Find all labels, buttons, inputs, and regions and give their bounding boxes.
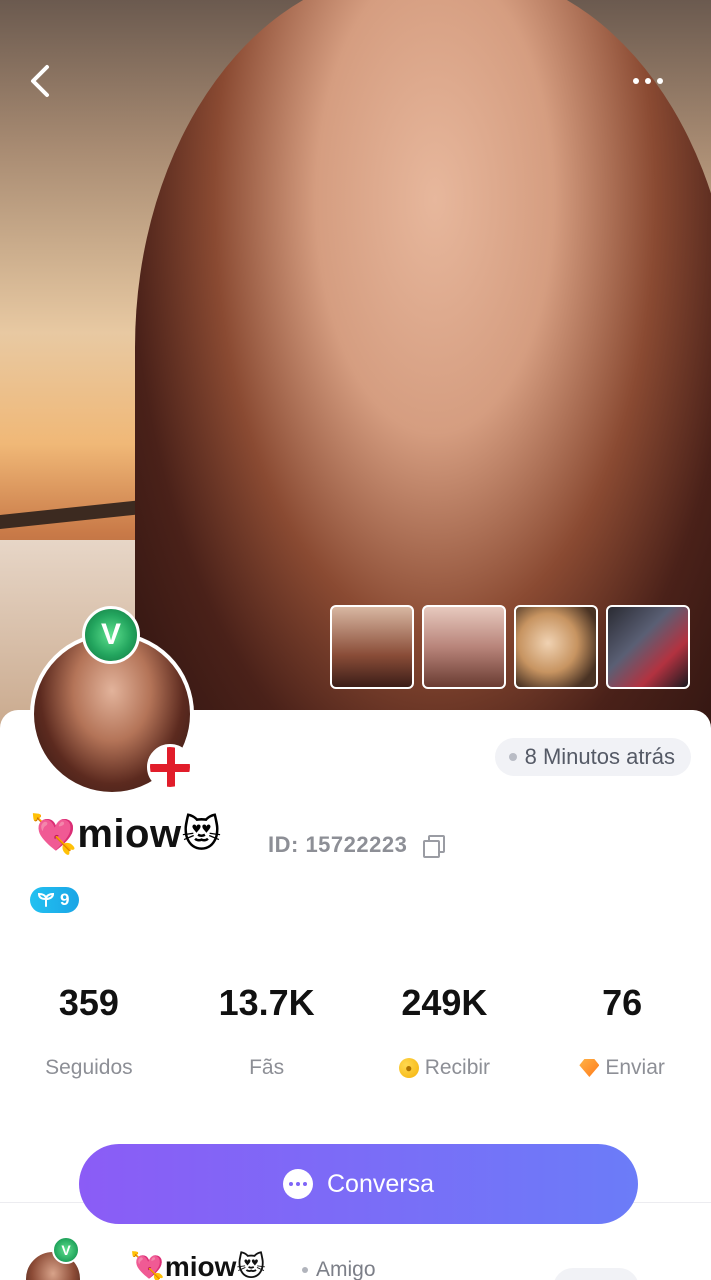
photo-thumbnail[interactable] (514, 605, 598, 689)
name-emoji-suffix: 😻 (181, 813, 222, 856)
chat-button[interactable]: Conversa (79, 1144, 638, 1224)
stat-label: Enviar (579, 1056, 665, 1080)
user-id: ID: 15722223 (268, 832, 446, 858)
vip-letter: V (100, 618, 121, 651)
stat-fans[interactable]: 13.7K Fãs (178, 982, 356, 1080)
more-horizontal-icon (633, 78, 639, 84)
last-seen-text: 8 Minutos atrás (524, 744, 675, 769)
back-button[interactable] (18, 58, 64, 104)
coin-icon: ● (398, 1058, 419, 1078)
country-flag-icon (147, 744, 193, 790)
stat-label: Fãs (249, 1056, 285, 1079)
post-author-name: 💘miow😻 (130, 1251, 266, 1280)
copy-icon[interactable] (423, 835, 446, 858)
diamond-icon (579, 1059, 600, 1077)
level-number: 9 (60, 890, 70, 909)
stat-following[interactable]: 359 Seguidos (0, 982, 178, 1080)
profile-name: 💘 miow 😻 (30, 812, 221, 857)
stat-label: ● Recibir (398, 1056, 490, 1080)
stat-value: 76 (602, 982, 643, 1023)
chevron-left-icon (31, 65, 49, 97)
username-text: miow (77, 812, 182, 856)
post-item: V 💘miow😻 Amigo (0, 1236, 711, 1280)
sprout-icon (38, 893, 54, 907)
relation-text: Amigo (316, 1258, 376, 1280)
status-dot-icon (508, 753, 517, 761)
chat-button-label: Conversa (327, 1169, 434, 1198)
stat-value: 13.7K (218, 982, 315, 1023)
photo-thumbnail[interactable] (606, 605, 690, 689)
vip-badge-icon: V (82, 606, 140, 664)
post-action-button[interactable] (553, 1268, 639, 1280)
post-relation: Amigo (302, 1258, 376, 1280)
photo-thumbnail[interactable] (422, 605, 506, 689)
stat-label: Seguidos (45, 1056, 133, 1079)
photo-thumbnail-strip (330, 605, 690, 689)
level-badge: 9 (30, 887, 80, 913)
chat-bubble-icon (283, 1169, 313, 1199)
user-id-text: ID: 15722223 (268, 832, 408, 857)
stat-received[interactable]: 249K ● Recibir (356, 982, 534, 1080)
stat-sent[interactable]: 76 Enviar (533, 982, 711, 1080)
more-options-button[interactable] (625, 58, 671, 104)
photo-thumbnail[interactable] (330, 605, 414, 689)
stats-row: 359 Seguidos 13.7K Fãs 249K ● Recibir 76… (0, 982, 711, 1080)
last-seen-badge: 8 Minutos atrás (494, 738, 691, 776)
name-emoji-prefix: 💘 (30, 813, 78, 856)
vip-badge-icon: V (52, 1236, 80, 1264)
stat-value: 249K (401, 982, 488, 1023)
stat-value: 359 (58, 982, 119, 1023)
